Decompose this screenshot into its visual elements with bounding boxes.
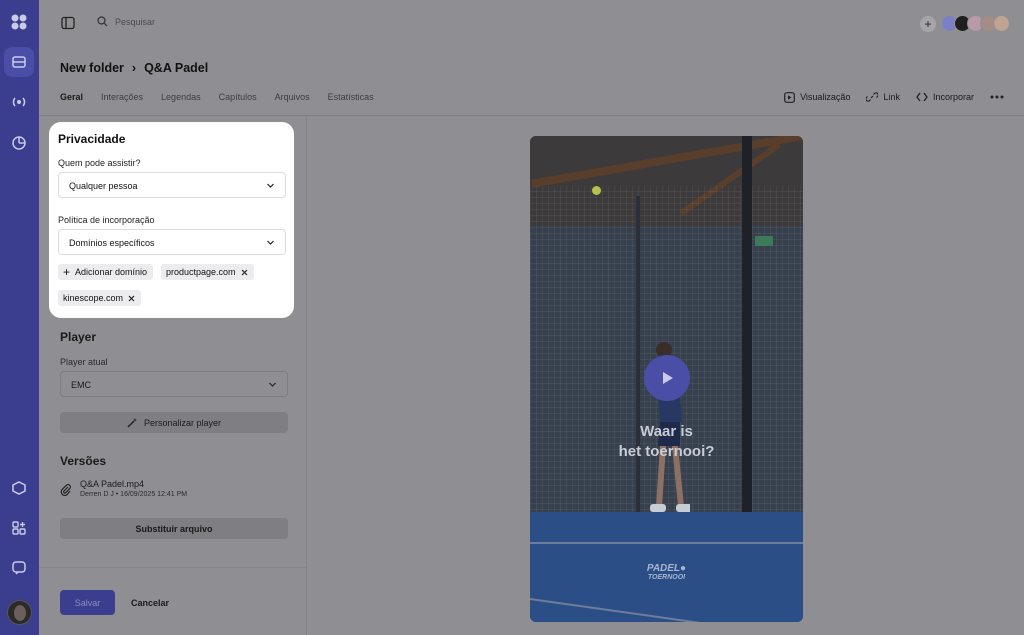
player-current-label: Player atual (60, 357, 108, 367)
code-icon (916, 92, 928, 102)
analytics-icon[interactable] (9, 133, 29, 153)
link-button[interactable]: Link (866, 91, 900, 103)
search-input[interactable]: Pesquisar (97, 16, 155, 27)
play-square-icon (784, 91, 795, 103)
live-icon[interactable] (9, 92, 29, 112)
user-avatar[interactable] (7, 600, 32, 625)
domain-chip: kinescope.com (58, 290, 142, 306)
embed-policy-label: Política de incorporação (58, 215, 155, 225)
embed-policy-value: Domínios específicos (69, 238, 155, 248)
file-info: Q&A Padel.mp4 Derren D J • 16/09/2025 12… (80, 479, 187, 498)
chevron-down-icon (269, 382, 276, 387)
add-domain-label: Adicionar domínio (75, 267, 148, 277)
collaborator-avatars[interactable] (941, 15, 1010, 32)
domain-chip-label: kinescope.com (63, 293, 124, 303)
player-select[interactable]: EMC (60, 371, 288, 397)
privacy-title: Privacidade (58, 132, 126, 146)
replace-file-label: Substituir arquivo (135, 523, 213, 534)
library-icon[interactable] (9, 52, 29, 72)
close-icon[interactable] (128, 295, 135, 302)
file-name: Q&A Padel.mp4 (80, 479, 145, 489)
who-can-watch-select[interactable]: Qualquer pessoa (58, 172, 286, 198)
search-icon (97, 16, 108, 27)
close-icon[interactable] (241, 269, 248, 276)
add-button[interactable]: + (920, 16, 936, 32)
who-can-watch-value: Qualquer pessoa (69, 181, 138, 191)
top-bar: Pesquisar + (39, 0, 1024, 47)
save-button[interactable]: Salvar (60, 590, 115, 615)
cancel-button[interactable]: Cancelar (131, 590, 169, 615)
plus-icon: + (924, 17, 932, 31)
link-icon (866, 92, 879, 102)
apps-icon[interactable] (9, 518, 29, 538)
privacy-card: Privacidade Quem pode assistir? Qualquer… (49, 122, 294, 318)
player-section-title: Player (60, 330, 97, 344)
exit-sign (755, 236, 773, 246)
chevron-down-icon (267, 240, 274, 245)
app-logo-icon[interactable] (9, 12, 29, 32)
chevron-down-icon (267, 183, 274, 188)
domain-chip: productpage.com (161, 264, 254, 280)
breadcrumb: New folder › Q&A Padel (60, 61, 208, 75)
preview-label: Visualização (800, 92, 851, 102)
search-placeholder: Pesquisar (115, 16, 156, 27)
avatar (993, 15, 1010, 32)
file-version-row: Q&A Padel.mp4 Derren D J • 16/09/2025 12… (60, 479, 187, 498)
breadcrumb-current: Q&A Padel (144, 61, 209, 75)
video-logo-line1: PADEL● (646, 563, 687, 574)
embed-policy-select[interactable]: Domínios específicos (58, 229, 286, 255)
who-can-watch-label: Quem pode assistir? (58, 158, 141, 168)
embed-label: Incorporar (932, 92, 974, 102)
preview-button[interactable]: Visualização (784, 91, 851, 103)
video-post (636, 196, 640, 516)
versions-section-title: Versões (60, 454, 107, 468)
customize-player-label: Personalizar player (143, 417, 222, 428)
header-actions: Visualização Link Incorporar (784, 91, 1004, 103)
video-caption: Waar is het toernooi? (530, 422, 803, 462)
ball (592, 186, 601, 195)
player-select-value: EMC (71, 380, 91, 390)
more-icon[interactable] (990, 95, 1004, 99)
video-caption-line1: Waar is (640, 423, 693, 440)
file-meta: Derren D J • 16/09/2025 12:41 PM (80, 491, 188, 498)
play-icon (663, 372, 673, 384)
left-rail (0, 0, 39, 635)
plus-icon: + (63, 265, 71, 279)
add-domain-button[interactable]: + Adicionar domínio (58, 264, 154, 280)
cube-icon[interactable] (9, 478, 29, 498)
play-button[interactable] (644, 355, 690, 401)
embed-button[interactable]: Incorporar (916, 92, 974, 102)
footer-divider (39, 567, 306, 568)
customize-player-button[interactable]: Personalizar player (60, 412, 288, 433)
sidebar-toggle-icon[interactable] (61, 16, 75, 30)
video-watermark-logo: PADEL● TOERNOOI (530, 564, 803, 582)
video-caption-line2: het toernooi? (618, 443, 715, 460)
breadcrumb-separator: › (131, 61, 137, 75)
paperclip-icon (60, 484, 71, 496)
magic-icon (127, 418, 137, 428)
link-label: Link (883, 92, 900, 102)
video-preview[interactable]: Waar is het toernooi? PADEL● TOERNOOI (530, 136, 803, 622)
breadcrumb-folder[interactable]: New folder (60, 61, 124, 75)
replace-file-button[interactable]: Substituir arquivo (60, 518, 288, 539)
domain-chip-label: productpage.com (166, 267, 236, 277)
chat-icon[interactable] (9, 558, 29, 578)
court-line (530, 542, 803, 544)
video-logo-line2: TOERNOOI (647, 574, 686, 581)
